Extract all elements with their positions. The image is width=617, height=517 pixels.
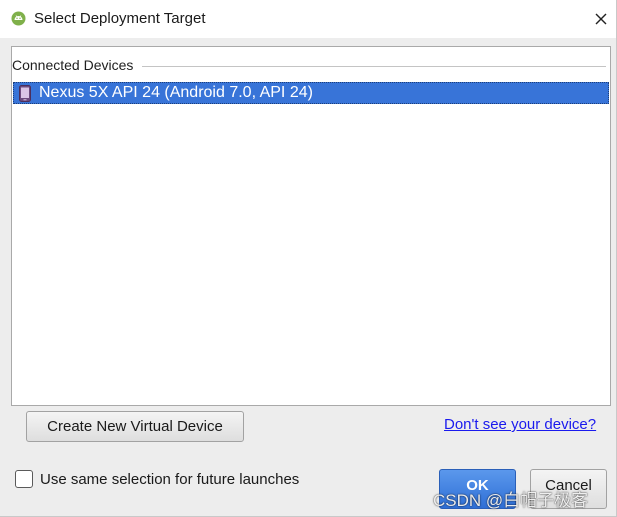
title-bar: Select Deployment Target [0,0,616,38]
android-icon [11,11,26,26]
select-deployment-target-dialog: Select Deployment Target Connected Devic… [0,0,617,517]
close-icon[interactable] [590,8,612,30]
create-new-virtual-device-button[interactable]: Create New Virtual Device [26,411,244,442]
same-selection-checkbox[interactable] [15,470,33,488]
dialog-title: Select Deployment Target [34,10,206,27]
device-list[interactable]: Connected Devices Nexus 5X API 24 (Andro… [11,46,611,406]
same-selection-label: Use same selection for future launches [40,471,300,488]
section-divider [142,66,606,67]
section-label-connected-devices: Connected Devices [12,57,139,73]
section-header: Connected Devices [12,57,610,75]
dont-see-device-link[interactable]: Don't see your device? [444,416,596,433]
watermark-text: CSDN @白帽子极客 [433,491,589,510]
device-label: Nexus 5X API 24 (Android 7.0, API 24) [39,84,313,101]
device-row-nexus-5x[interactable]: Nexus 5X API 24 (Android 7.0, API 24) [13,82,609,104]
phone-device-icon [19,85,31,102]
